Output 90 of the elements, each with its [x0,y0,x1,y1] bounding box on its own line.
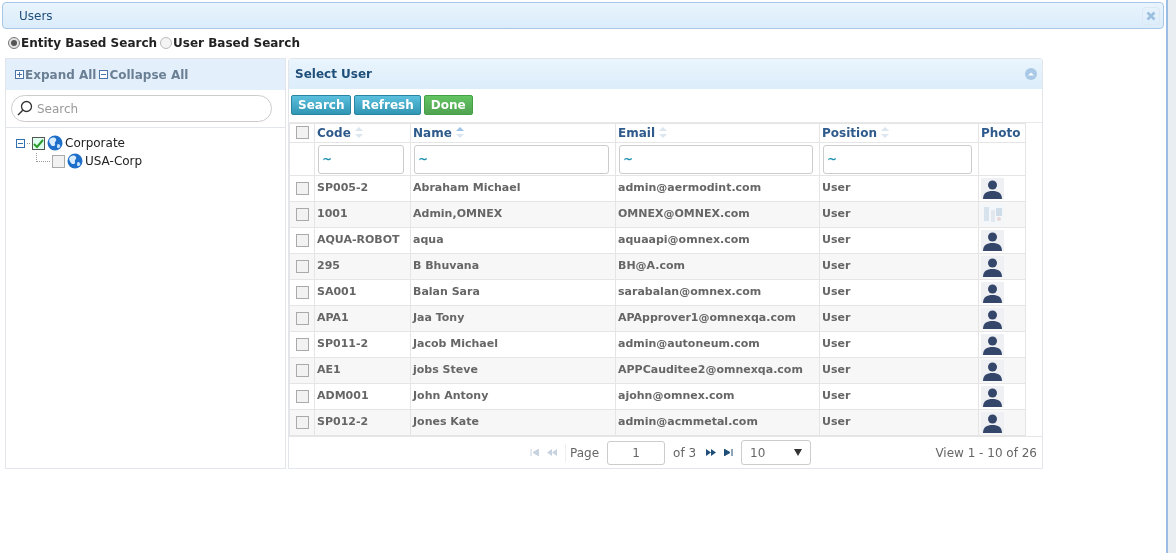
expand-all-link[interactable]: Expand All [15,65,97,84]
sort-icon[interactable] [354,127,363,139]
sort-icon[interactable] [880,127,889,139]
table-cell: APA1 [317,311,349,325]
filter-field[interactable]: ~ [318,144,404,174]
filter-field[interactable]: ~ [414,144,609,174]
checkbox[interactable] [295,208,309,222]
checkbox[interactable] [295,286,309,300]
checkbox[interactable] [295,364,309,378]
checkbox[interactable] [295,338,309,352]
checkbox[interactable] [295,416,309,430]
sort-icon[interactable] [659,127,668,139]
page-label: Page [565,443,600,462]
radio-button[interactable] [8,36,20,49]
checkbox[interactable] [295,260,309,274]
table-cell: Jones Kate [413,415,479,429]
table-cell: User [822,389,851,403]
caret-icon [794,449,803,457]
table-cell: User [822,337,851,351]
radio-label[interactable]: Entity Based Search [21,33,158,52]
table-cell: AE1 [317,363,341,377]
close-icon[interactable] [1142,6,1160,25]
table-cell: admin@acmmetal.com [618,415,758,429]
checkbox[interactable] [295,390,309,404]
table-cell: Jacob Michael [413,337,499,351]
table-cell: SP005-2 [317,181,369,195]
panel-title: Select User [295,65,372,83]
table-cell: John Antony [413,389,489,403]
table-cell: B Bhuvana [413,259,480,273]
table-cell: aquaapi@omnex.com [618,233,750,247]
table-cell: sarabalan@omnex.com [618,285,762,299]
checkbox[interactable] [52,154,65,168]
globe-icon [67,153,83,169]
checkbox[interactable] [295,234,309,248]
checkbox[interactable] [295,312,309,326]
table-cell: Jaa Tony [413,311,465,325]
table-cell: User [822,207,851,221]
sort-icon[interactable] [455,127,464,139]
page-count: of 3 [673,444,697,462]
table-cell: APApprover1@omnexqa.com [618,311,796,325]
window-title: Users [19,7,53,25]
table-cell: AQUA-ROBOT [317,233,400,247]
table-cell: Abraham Michael [413,181,521,195]
table-cell: User [822,259,851,273]
radio-button[interactable] [160,36,173,49]
collapse-all-link[interactable]: Collapse All [99,65,189,84]
page-size-select[interactable]: 10 [741,440,812,466]
search-icon [17,100,33,116]
table-cell: ADM001 [317,389,369,403]
tree-item[interactable]: Corporate [65,134,125,152]
minus-icon [99,70,109,79]
table-cell: User [822,415,851,429]
table-cell: SP012-2 [317,415,369,429]
table-cell: admin@aermodint.com [618,181,762,195]
search-field[interactable]: Search [11,95,272,122]
table-cell: User [822,181,851,195]
table-cell: aqua [413,233,444,247]
tree-item[interactable]: USA-Corp [85,152,143,170]
page-field[interactable]: 1 [607,440,666,465]
records-summary: View 1 - 10 of 26 [935,444,1037,462]
radio-label[interactable]: User Based Search [173,33,300,52]
last-page-icon[interactable] [724,449,734,457]
first-page-icon[interactable] [530,449,539,457]
table-cell: ajohn@omnex.com [618,389,735,403]
collapse-panel-icon[interactable] [1025,67,1037,80]
table-cell: User [822,363,851,377]
previous-page-icon[interactable] [547,449,557,457]
table-cell: jobs Steve [413,363,478,377]
table-cell: SA001 [317,285,357,299]
table-cell: 1001 [317,207,348,221]
filter-field[interactable]: ~ [823,144,972,174]
table-cell: Admin,OMNEX [413,207,503,221]
table-cell: User [822,311,851,325]
plus-icon [15,70,24,79]
table-cell: 295 [317,259,340,273]
checkbox[interactable] [295,126,309,140]
table-cell: User [822,233,851,247]
table-cell: admin@autoneum.com [618,337,760,351]
table-cell: BH@A.com [618,259,686,273]
checkbox[interactable] [295,182,309,196]
table-cell: OMNEX@OMNEX.com [618,207,750,221]
table-cell: APPCauditee2@omnexqa.com [618,363,803,377]
table-cell: SP011-2 [317,337,369,351]
filter-field[interactable]: ~ [619,144,813,174]
table-cell: Balan Sara [413,285,480,299]
table-cell: User [822,285,851,299]
checkbox[interactable] [32,136,45,150]
globe-icon [47,135,63,151]
next-page-icon[interactable] [706,449,717,457]
collapse-icon[interactable] [16,138,25,148]
